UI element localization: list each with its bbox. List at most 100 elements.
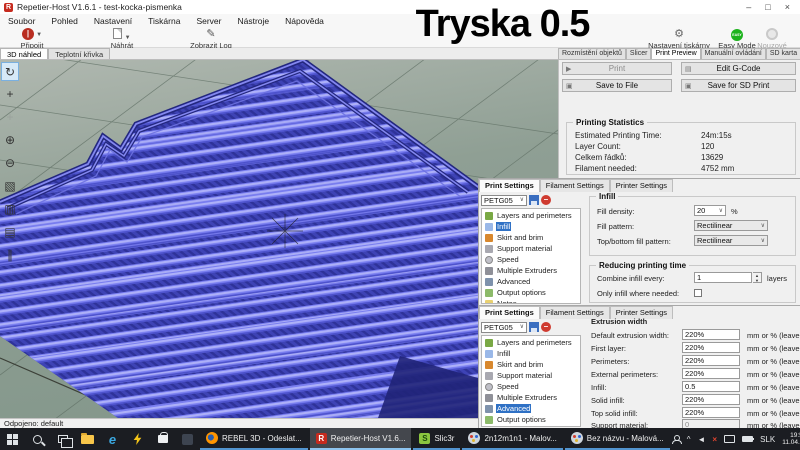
menu-nastaveni[interactable]: Nastavení: [94, 16, 132, 25]
tree-item-infill[interactable]: Infill: [482, 221, 580, 232]
tree-item-advanced[interactable]: Advanced: [482, 276, 580, 287]
fill-density-combo[interactable]: 20∨: [694, 205, 726, 216]
save-to-file-button[interactable]: ▣ Save to File: [562, 79, 672, 92]
irfanview-button[interactable]: [125, 428, 150, 450]
3d-builder-button[interactable]: [175, 428, 200, 450]
ew-input[interactable]: 220%: [682, 342, 740, 353]
task-view-button[interactable]: [50, 428, 75, 450]
tree-item-extruders[interactable]: Multiple Extruders: [482, 265, 580, 276]
top-pattern-select[interactable]: Rectilinear∨: [694, 235, 768, 246]
clock[interactable]: 19:57 11.04.2018: [782, 432, 800, 447]
save-for-sd-button[interactable]: ▣ Save for SD Print: [681, 79, 796, 92]
profile-select[interactable]: PETG05 ∨: [481, 195, 527, 206]
profile-select[interactable]: PETG05 ∨: [481, 322, 527, 333]
tab-print-preview[interactable]: Print Preview: [651, 48, 700, 59]
taskbar-firefox-window[interactable]: REBEL 3D - Odeslat...: [200, 428, 308, 450]
antivirus-icon[interactable]: ×: [712, 435, 717, 444]
ew-input[interactable]: 0.5: [682, 381, 740, 392]
display-icon[interactable]: [724, 435, 735, 443]
tree-item-notes[interactable]: Notes: [482, 425, 580, 427]
language-indicator[interactable]: SLK: [760, 435, 775, 444]
tree-item-extruders[interactable]: Multiple Extruders: [482, 392, 580, 403]
battery-icon[interactable]: [742, 436, 753, 442]
move-object-icon[interactable]: +: [1, 85, 19, 104]
menu-soubor[interactable]: Soubor: [8, 16, 35, 25]
tab-print-settings[interactable]: Print Settings: [479, 306, 540, 319]
front-view-icon[interactable]: ▥: [1, 200, 19, 219]
combine-infill-input[interactable]: 1: [694, 272, 752, 283]
spinner-control[interactable]: ▲▼: [753, 272, 762, 283]
tab-slicer[interactable]: Slicer: [626, 48, 652, 59]
store-button[interactable]: [150, 428, 175, 450]
tree-item-speed[interactable]: Speed: [482, 381, 580, 392]
hidden-icons-caret[interactable]: ^: [687, 435, 691, 444]
taskbar-paint-window-2[interactable]: Bez názvu - Malová...: [565, 428, 670, 450]
tree-item-output[interactable]: Output options: [482, 414, 580, 425]
tree-item-infill[interactable]: Infill: [482, 348, 580, 359]
edit-gcode-button[interactable]: ▤ Edit G-Code: [681, 62, 796, 75]
connect-button[interactable]: | ▼ Připojit: [6, 28, 58, 50]
tree-item-support[interactable]: Support material: [482, 243, 580, 254]
rotate-view-icon[interactable]: ↻: [1, 62, 19, 81]
ew-input[interactable]: 220%: [682, 329, 740, 340]
delete-profile-icon[interactable]: –: [541, 322, 551, 332]
search-button[interactable]: [25, 428, 50, 450]
printer-settings-button[interactable]: ⚙ Nastavení tiskárny: [640, 28, 718, 50]
taskbar-slicer-window[interactable]: S Slic3r: [413, 428, 460, 450]
speaker-icon[interactable]: ◄: [697, 435, 705, 444]
people-icon[interactable]: [672, 435, 680, 444]
stat-value: 4752 mm: [701, 164, 734, 173]
tab-manual-control[interactable]: Manuální ovládání: [701, 48, 766, 59]
move-viewpoint-icon[interactable]: +: [1, 108, 19, 127]
file-explorer-button[interactable]: [75, 428, 100, 450]
store-bag-icon: [158, 435, 168, 443]
tree-item-notes[interactable]: Notes: [482, 298, 580, 304]
taskbar-repetier-window[interactable]: R Repetier-Host V1.6...: [310, 428, 412, 450]
edge-button[interactable]: e: [100, 428, 125, 450]
tab-object-placement[interactable]: Rozmístění objektů: [558, 48, 626, 59]
tree-item-output[interactable]: Output options: [482, 287, 580, 298]
show-log-button[interactable]: ✎ Zobrazit Log: [178, 28, 244, 50]
fill-pattern-select[interactable]: Rectilinear∨: [694, 220, 768, 231]
menu-server[interactable]: Server: [196, 16, 221, 25]
tree-item-skirt[interactable]: Skirt and brim: [482, 359, 580, 370]
3d-viewport[interactable]: ↻ + + ⊕ ⊖ ▧ ▥ ▤ ∥: [0, 60, 558, 418]
save-profile-icon[interactable]: [529, 322, 539, 332]
save-profile-icon[interactable]: [529, 195, 539, 205]
menu-pohled[interactable]: Pohled: [51, 16, 77, 25]
start-button[interactable]: [0, 428, 25, 450]
taskbar-paint-window-1[interactable]: 2n12m1n1 - Malov...: [462, 428, 562, 450]
tree-item-skirt[interactable]: Skirt and brim: [482, 232, 580, 243]
zoom-out-icon[interactable]: ⊖: [1, 154, 19, 173]
tree-item-speed[interactable]: Speed: [482, 254, 580, 265]
zoom-in-icon[interactable]: ⊕: [1, 131, 19, 150]
tab-print-settings[interactable]: Print Settings: [479, 179, 540, 192]
ew-input[interactable]: 220%: [682, 394, 740, 405]
menu-tiskarna[interactable]: Tiskárna: [148, 16, 180, 25]
maximize-button[interactable]: □: [765, 2, 770, 12]
delete-profile-icon[interactable]: –: [541, 195, 551, 205]
tree-item-support[interactable]: Support material: [482, 370, 580, 381]
isometric-view-icon[interactable]: ▧: [1, 177, 19, 196]
close-button[interactable]: ×: [785, 2, 790, 12]
ew-input[interactable]: 220%: [682, 407, 740, 418]
ew-input[interactable]: 220%: [682, 355, 740, 366]
load-button[interactable]: ▼ Náhrát: [96, 28, 148, 50]
tab-printer-settings[interactable]: Printer Settings: [610, 179, 673, 192]
parallel-projection-icon[interactable]: ∥: [1, 246, 19, 265]
print-button[interactable]: ▶ Print: [562, 62, 672, 75]
tab-filament-settings[interactable]: Filament Settings: [540, 179, 610, 192]
tab-3d-view[interactable]: 3D náhled: [0, 48, 48, 59]
menu-napoveda[interactable]: Nápověda: [285, 16, 324, 25]
tab-sd-card[interactable]: SD karta: [766, 48, 800, 59]
tab-temperature-curve[interactable]: Teplotní křivka: [48, 48, 110, 59]
ew-input[interactable]: 220%: [682, 368, 740, 379]
tree-item-advanced[interactable]: Advanced: [482, 403, 580, 414]
menu-nastroje[interactable]: Nástroje: [238, 16, 270, 25]
minimize-button[interactable]: –: [746, 2, 751, 12]
chevron-down-icon[interactable]: ▼: [36, 32, 42, 38]
tree-item-layers[interactable]: Layers and perimeters: [482, 210, 580, 221]
tree-item-layers[interactable]: Layers and perimeters: [482, 337, 580, 348]
top-view-icon[interactable]: ▤: [1, 223, 19, 242]
only-infill-checkbox[interactable]: [694, 289, 702, 297]
